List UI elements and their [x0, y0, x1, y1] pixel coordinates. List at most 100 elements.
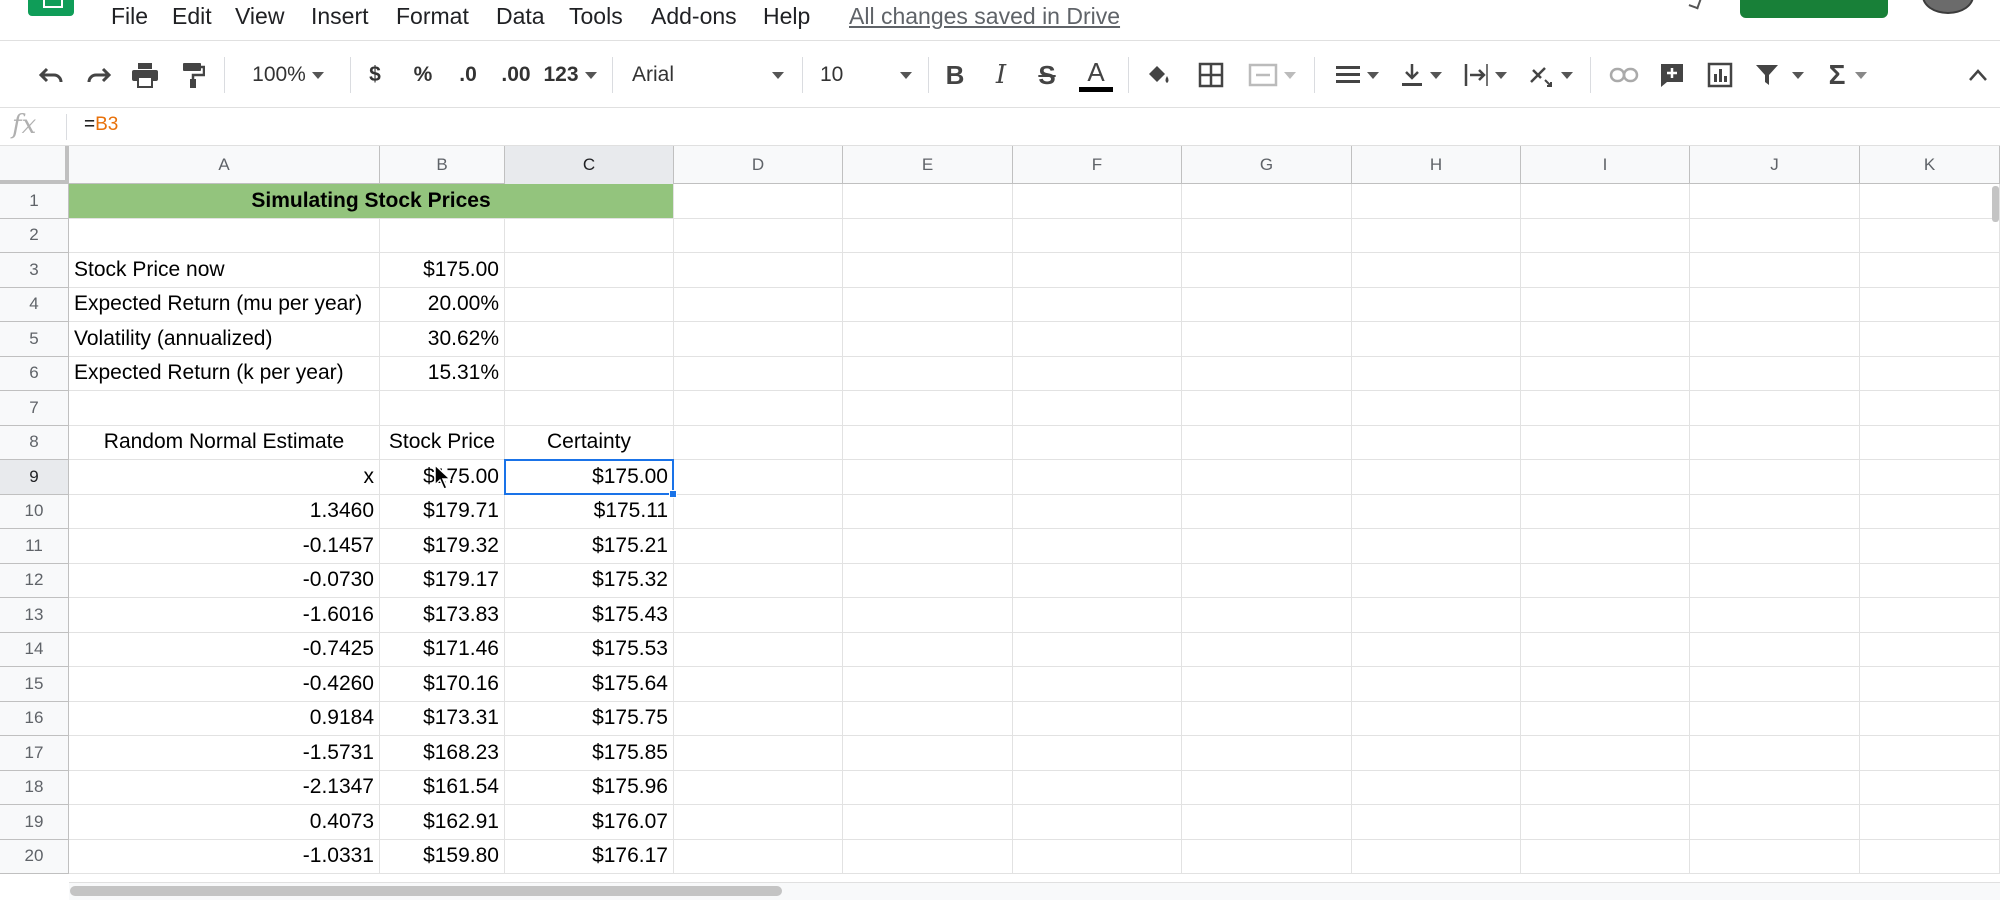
cell-e13[interactable]	[843, 598, 1013, 633]
cell-k7[interactable]	[1860, 391, 2000, 426]
cell-f8[interactable]	[1013, 425, 1182, 460]
cell-j11[interactable]	[1690, 529, 1860, 564]
cell-c12[interactable]: $175.32	[505, 563, 674, 598]
cell-k4[interactable]	[1860, 287, 2000, 322]
cell-h15[interactable]	[1352, 667, 1521, 702]
cell-b7[interactable]	[380, 391, 505, 426]
cell-i12[interactable]	[1521, 563, 1690, 598]
menu-add-ons[interactable]: Add-ons	[651, 3, 737, 30]
cell-a20[interactable]: -1.0331	[69, 839, 380, 874]
cell-d19[interactable]	[674, 805, 843, 840]
cell-j20[interactable]	[1690, 839, 1860, 874]
cell-e14[interactable]	[843, 632, 1013, 667]
cell-a12[interactable]: -0.0730	[69, 563, 380, 598]
fill-handle[interactable]	[669, 489, 677, 498]
cell-c8[interactable]: Certainty	[505, 425, 674, 460]
cell-j7[interactable]	[1690, 391, 1860, 426]
row-header-13[interactable]: 13	[0, 598, 69, 633]
cell-f16[interactable]	[1013, 701, 1182, 736]
cell-g9[interactable]	[1182, 460, 1352, 495]
cell-e3[interactable]	[843, 253, 1013, 288]
cell-a2[interactable]	[69, 218, 380, 253]
cell-b15[interactable]: $170.16	[380, 667, 505, 702]
cell-d2[interactable]	[674, 218, 843, 253]
cell-k11[interactable]	[1860, 529, 2000, 564]
cell-h12[interactable]	[1352, 563, 1521, 598]
cell-i19[interactable]	[1521, 805, 1690, 840]
cell-d9[interactable]	[674, 460, 843, 495]
cell-h7[interactable]	[1352, 391, 1521, 426]
cell-i3[interactable]	[1521, 253, 1690, 288]
cell-c10[interactable]: $175.11	[505, 494, 674, 529]
cell-d7[interactable]	[674, 391, 843, 426]
cell-j15[interactable]	[1690, 667, 1860, 702]
row-header-7[interactable]: 7	[0, 391, 69, 426]
cell-j17[interactable]	[1690, 736, 1860, 771]
cell-f6[interactable]	[1013, 356, 1182, 391]
cell-k15[interactable]	[1860, 667, 2000, 702]
cell-j9[interactable]	[1690, 460, 1860, 495]
cell-h14[interactable]	[1352, 632, 1521, 667]
cell-i18[interactable]	[1521, 770, 1690, 805]
cell-j5[interactable]	[1690, 322, 1860, 357]
cell-c9[interactable]: $175.00	[505, 460, 674, 495]
collapse-toolbar-icon[interactable]	[1960, 41, 1996, 109]
cell-h19[interactable]	[1352, 805, 1521, 840]
cell-k19[interactable]	[1860, 805, 2000, 840]
cell-i5[interactable]	[1521, 322, 1690, 357]
cell-e8[interactable]	[843, 425, 1013, 460]
cell-a5[interactable]: Volatility (annualized)	[69, 322, 380, 357]
row-header-19[interactable]: 19	[0, 805, 69, 840]
cell-k10[interactable]	[1860, 494, 2000, 529]
cell-i8[interactable]	[1521, 425, 1690, 460]
cell-g10[interactable]	[1182, 494, 1352, 529]
cell-i1[interactable]	[1521, 184, 1690, 219]
cell-j10[interactable]	[1690, 494, 1860, 529]
cell-c3[interactable]	[505, 253, 674, 288]
cell-c20[interactable]: $176.17	[505, 839, 674, 874]
cell-e4[interactable]	[843, 287, 1013, 322]
cell-i9[interactable]	[1521, 460, 1690, 495]
cell-d16[interactable]	[674, 701, 843, 736]
cell-b19[interactable]: $162.91	[380, 805, 505, 840]
cell-h10[interactable]	[1352, 494, 1521, 529]
cell-a6[interactable]: Expected Return (k per year)	[69, 356, 380, 391]
row-header-9[interactable]: 9	[0, 460, 69, 495]
cell-d18[interactable]	[674, 770, 843, 805]
horizontal-scroll-thumb[interactable]	[70, 886, 782, 896]
cell-k13[interactable]	[1860, 598, 2000, 633]
cell-i10[interactable]	[1521, 494, 1690, 529]
menu-format[interactable]: Format	[396, 3, 469, 30]
cell-d8[interactable]	[674, 425, 843, 460]
cell-j19[interactable]	[1690, 805, 1860, 840]
cell-j4[interactable]	[1690, 287, 1860, 322]
cell-g2[interactable]	[1182, 218, 1352, 253]
print-icon[interactable]	[126, 41, 164, 109]
cell-j3[interactable]	[1690, 253, 1860, 288]
cell-b2[interactable]	[380, 218, 505, 253]
row-header-18[interactable]: 18	[0, 770, 69, 805]
cell-d14[interactable]	[674, 632, 843, 667]
cell-k9[interactable]	[1860, 460, 2000, 495]
column-header-h[interactable]: H	[1352, 146, 1521, 184]
cell-a13[interactable]: -1.6016	[69, 598, 380, 633]
cell-g20[interactable]	[1182, 839, 1352, 874]
cell-c11[interactable]: $175.21	[505, 529, 674, 564]
cell-g16[interactable]	[1182, 701, 1352, 736]
cell-i17[interactable]	[1521, 736, 1690, 771]
cell-f5[interactable]	[1013, 322, 1182, 357]
cell-c15[interactable]: $175.64	[505, 667, 674, 702]
cell-b16[interactable]: $173.31	[380, 701, 505, 736]
font-family-select[interactable]: Arial	[628, 41, 788, 109]
cell-a18[interactable]: -2.1347	[69, 770, 380, 805]
cell-k16[interactable]	[1860, 701, 2000, 736]
column-header-d[interactable]: D	[674, 146, 843, 184]
column-header-i[interactable]: I	[1521, 146, 1690, 184]
cell-c4[interactable]	[505, 287, 674, 322]
cell-e2[interactable]	[843, 218, 1013, 253]
cell-f10[interactable]	[1013, 494, 1182, 529]
cell-j1[interactable]	[1690, 184, 1860, 219]
cell-a16[interactable]: 0.9184	[69, 701, 380, 736]
cell-g14[interactable]	[1182, 632, 1352, 667]
cell-d11[interactable]	[674, 529, 843, 564]
